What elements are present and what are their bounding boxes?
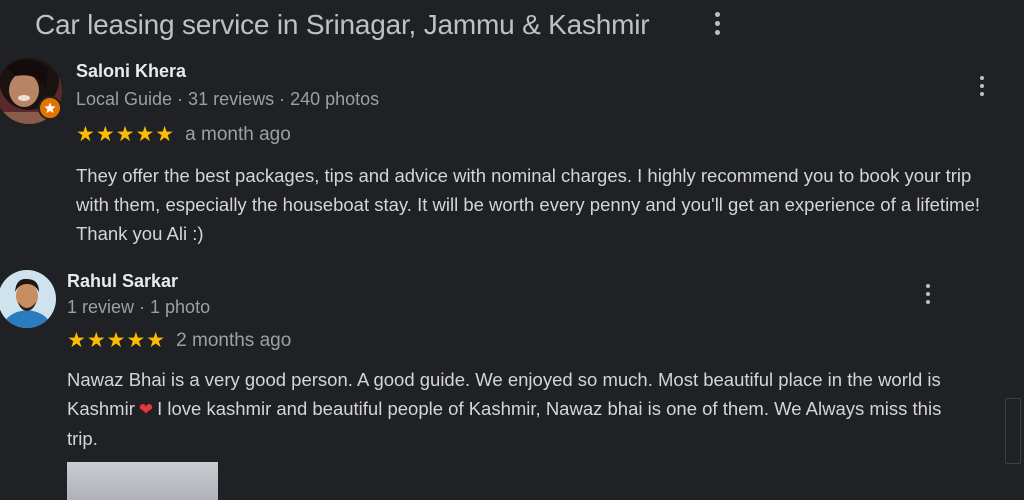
reviewer-name[interactable]: Saloni Khera (76, 61, 186, 82)
scrollbar[interactable] (1005, 398, 1021, 464)
reviewer-name[interactable]: Rahul Sarkar (67, 271, 178, 292)
star-rating: ★★★★★ (76, 123, 176, 146)
review-time: a month ago (185, 123, 291, 145)
review-text: Nawaz Bhai is a very good person. A good… (67, 365, 977, 453)
review-text-part: I love kashmir and beautiful people of K… (67, 398, 942, 449)
page-title: Car leasing service in Srinagar, Jammu &… (35, 9, 650, 40)
review-time: 2 months ago (176, 329, 292, 351)
review-text: They offer the best packages, tips and a… (76, 165, 981, 244)
reviewer-meta[interactable]: Local Guide · 31 reviews · 240 photos (76, 89, 379, 110)
local-guide-badge-icon (38, 96, 62, 120)
review-more-options-icon[interactable] (925, 284, 931, 304)
avatar[interactable] (0, 270, 56, 328)
heart-icon: ❤ (138, 400, 154, 419)
star-rating: ★★★★★ (67, 329, 167, 352)
review-more-options-icon[interactable] (979, 76, 985, 96)
rating-row: ★★★★★ a month ago (76, 122, 291, 147)
reviewer-meta[interactable]: 1 review · 1 photo (67, 297, 210, 318)
rating-row: ★★★★★ 2 months ago (67, 328, 291, 353)
header-more-options-icon[interactable] (714, 12, 720, 35)
review-photo[interactable] (67, 462, 218, 500)
